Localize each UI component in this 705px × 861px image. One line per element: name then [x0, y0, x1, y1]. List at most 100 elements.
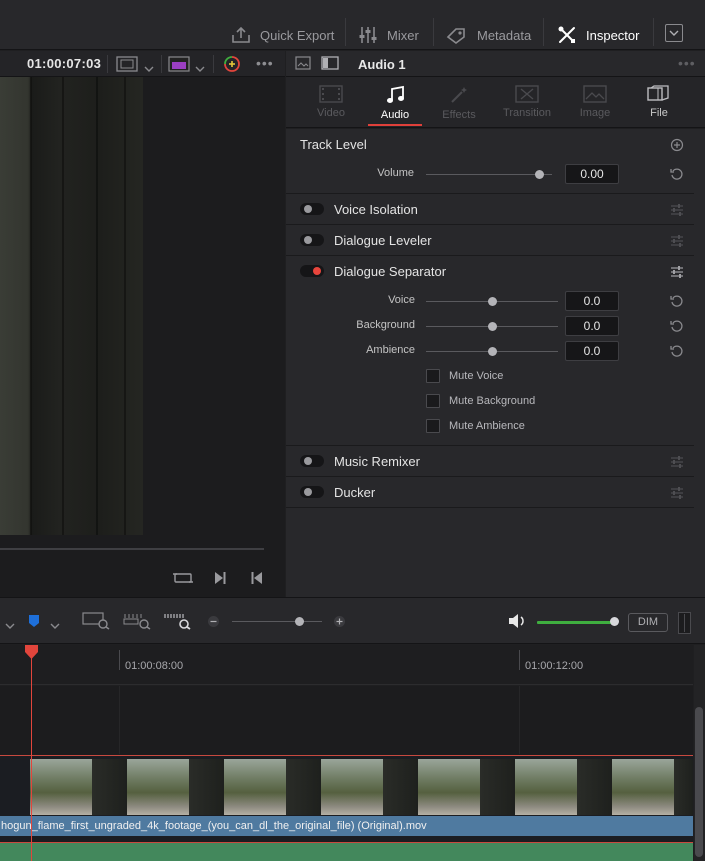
- settings-sliders-icon[interactable]: [670, 455, 684, 469]
- reset-icon[interactable]: [670, 294, 684, 308]
- dialogue-separator-toggle[interactable]: [300, 265, 324, 277]
- effects-overlay-button[interactable]: [168, 56, 190, 75]
- volume-slider-track[interactable]: [426, 174, 552, 175]
- viewer-options-icon[interactable]: •••: [256, 55, 274, 71]
- color-picker-button[interactable]: [222, 54, 242, 77]
- tab-video[interactable]: Video: [296, 77, 366, 128]
- tab-transition[interactable]: Transition: [492, 77, 562, 128]
- settings-sliders-icon[interactable]: [670, 265, 684, 279]
- toggle-knob: [304, 236, 312, 244]
- settings-sliders-icon[interactable]: [670, 486, 684, 500]
- marker-color-dropdown[interactable]: [50, 618, 60, 632]
- viewer-zoom-dropdown[interactable]: [144, 61, 154, 75]
- metadata-button[interactable]: Metadata: [446, 22, 531, 48]
- voice-value-field[interactable]: 0.0: [565, 291, 619, 311]
- zoom-custom-icon: [164, 614, 191, 630]
- go-to-start-button[interactable]: [250, 571, 264, 588]
- playhead-line[interactable]: [31, 650, 32, 861]
- mute-background-label: Mute Background: [449, 395, 536, 407]
- viewer-zoom-button[interactable]: [116, 56, 138, 75]
- metadata-tag-icon: [446, 28, 465, 44]
- tab-audio[interactable]: Audio: [360, 77, 430, 128]
- next-frame-button[interactable]: [213, 571, 227, 588]
- overlay-dropdown[interactable]: [195, 61, 205, 75]
- settings-sliders-icon[interactable]: [670, 203, 684, 217]
- zoom-detail-button[interactable]: [123, 612, 151, 633]
- timeline-ruler[interactable]: 01:00:08:00 01:00:12:00: [0, 645, 693, 685]
- ambience-slider-knob[interactable]: [487, 347, 497, 356]
- toolbar-divider: [345, 18, 346, 46]
- music-remixer-toggle[interactable]: [300, 455, 324, 467]
- split-panel-icon: [321, 56, 339, 70]
- mixer-button[interactable]: Mixer: [358, 22, 419, 48]
- reset-icon[interactable]: [670, 344, 684, 358]
- marker-button[interactable]: [28, 614, 40, 631]
- volume-label: Volume: [377, 167, 414, 179]
- dim-button[interactable]: DIM: [628, 613, 668, 632]
- reset-icon[interactable]: [670, 167, 684, 181]
- inspector-options-icon[interactable]: •••: [678, 55, 696, 71]
- timeline-vertical-scrollbar[interactable]: [694, 645, 705, 861]
- viewer-scrub-bar[interactable]: [0, 548, 264, 550]
- header-divider: [213, 55, 214, 73]
- active-tab-indicator: [368, 124, 422, 126]
- mute-monitor-button[interactable]: [508, 613, 528, 632]
- toolbar-divider: [433, 18, 434, 46]
- reset-icon[interactable]: [670, 319, 684, 333]
- curtain-fold: [96, 77, 98, 535]
- edit-mode-dropdown[interactable]: [5, 618, 15, 632]
- playhead-handle[interactable]: [24, 645, 39, 659]
- scrollbar-thumb[interactable]: [695, 707, 703, 857]
- volume-slider-knob[interactable]: [534, 170, 544, 179]
- toggle-knob: [304, 488, 312, 496]
- split-view-button[interactable]: [321, 56, 339, 73]
- workspace-dropdown-button[interactable]: [665, 24, 683, 42]
- clip-thumbnail: [224, 759, 286, 815]
- video-clip[interactable]: hogun_flame_first_ungraded_4k_footage_(y…: [0, 755, 693, 841]
- audio-meter-toggle[interactable]: [678, 612, 691, 634]
- toggle-knob: [304, 205, 312, 213]
- background-value-field[interactable]: 0.0: [565, 316, 619, 336]
- tab-image-label: Image: [579, 107, 611, 119]
- mute-voice-checkbox[interactable]: [426, 369, 440, 383]
- tab-image[interactable]: Image: [560, 77, 630, 128]
- mute-ambience-checkbox[interactable]: [426, 419, 440, 433]
- ducker-toggle[interactable]: [300, 486, 324, 498]
- dialogue-leveler-toggle[interactable]: [300, 234, 324, 246]
- ambience-value-field[interactable]: 0.0: [565, 341, 619, 361]
- clip-thumbnail-edge: [480, 759, 515, 815]
- timeline-zoom-track[interactable]: [232, 621, 322, 622]
- voice-slider-knob[interactable]: [487, 297, 497, 306]
- voice-isolation-toggle[interactable]: [300, 203, 324, 215]
- background-slider-knob[interactable]: [487, 322, 497, 331]
- volume-value-field[interactable]: 0.00: [565, 164, 619, 184]
- chevron-down-icon: [144, 66, 154, 72]
- tab-file-label: File: [650, 107, 668, 119]
- clip-thumbnail-edge: [577, 759, 612, 815]
- timeline-zoom-knob[interactable]: [295, 617, 304, 626]
- inspector-layout-button[interactable]: [295, 56, 311, 73]
- tab-effects[interactable]: Effects: [424, 77, 494, 128]
- quick-export-label: Quick Export: [260, 27, 335, 43]
- settings-sliders-icon[interactable]: [670, 234, 684, 248]
- marker-flag-icon: [29, 615, 39, 627]
- zoom-out-button[interactable]: [207, 615, 220, 631]
- toolbar-divider: [543, 18, 544, 46]
- keyframe-add-icon[interactable]: [670, 138, 684, 152]
- inspector-button[interactable]: Inspector: [557, 22, 639, 48]
- export-icon: [232, 26, 250, 43]
- tab-file[interactable]: File: [624, 77, 694, 128]
- thumbnail-icon: [295, 56, 311, 70]
- audio-clip[interactable]: [0, 842, 693, 861]
- mute-background-checkbox[interactable]: [426, 394, 440, 408]
- zoom-custom-button[interactable]: [163, 612, 191, 633]
- monitor-volume-fill[interactable]: [537, 621, 615, 624]
- zoom-in-button[interactable]: [333, 615, 346, 631]
- monitor-volume-knob[interactable]: [610, 617, 620, 626]
- toolbar-divider: [653, 18, 654, 46]
- loop-button[interactable]: [172, 571, 194, 588]
- ruler-tick: [519, 650, 520, 670]
- quick-export-button[interactable]: Quick Export: [231, 22, 334, 48]
- zoom-full-button[interactable]: [82, 612, 110, 633]
- mixer-label: Mixer: [387, 27, 419, 43]
